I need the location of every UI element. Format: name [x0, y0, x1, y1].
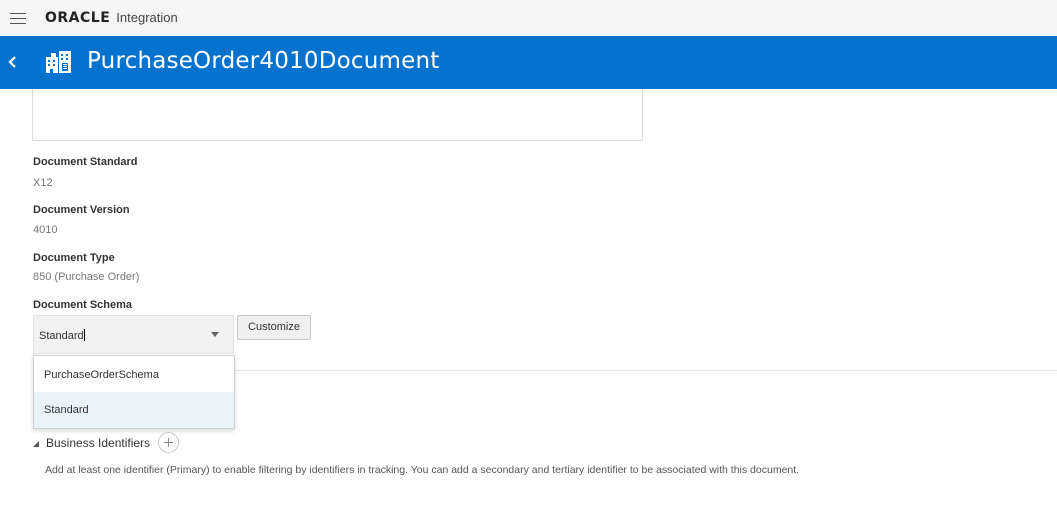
triangle-expanded-icon[interactable] [33, 440, 39, 447]
dropdown-option-standard[interactable]: Standard [34, 392, 234, 428]
chevron-left-icon [8, 56, 16, 68]
brand: ORACLE Integration [45, 10, 178, 26]
page-header: PurchaseOrder4010Document [0, 36, 1057, 89]
document-buildings-icon [46, 51, 71, 73]
dropdown-option-purchaseorderschema[interactable]: PurchaseOrderSchema [34, 357, 234, 393]
select-value-wrap: Standard [39, 329, 85, 342]
schema-dropdown-list: PurchaseOrderSchema Standard [33, 355, 235, 429]
business-identifiers-label: Business Identifiers [46, 435, 151, 450]
business-identifiers-header: Business Identifiers [33, 432, 180, 453]
document-type-value: 850 (Purchase Order) [33, 271, 140, 283]
business-identifiers-help: Add at least one identifier (Primary) to… [45, 464, 800, 476]
oracle-logo: ORACLE [45, 10, 111, 26]
plus-circle-icon[interactable] [158, 432, 180, 453]
description-field[interactable] [32, 89, 643, 141]
document-version-value: 4010 [33, 224, 58, 236]
back-button[interactable] [4, 52, 22, 72]
customize-button[interactable]: Customize [237, 315, 311, 340]
document-type-label: Document Type [33, 252, 115, 264]
chevron-down-icon[interactable] [211, 332, 219, 337]
document-version-label: Document Version [33, 204, 130, 216]
section-divider [234, 370, 1057, 371]
document-schema-select[interactable]: Standard [33, 315, 234, 354]
top-bar: ORACLE Integration [0, 0, 1057, 36]
document-standard-value: X12 [33, 177, 53, 189]
text-caret [83, 329, 85, 341]
document-standard-label: Document Standard [33, 156, 138, 168]
product-name: Integration [116, 10, 178, 25]
page-title: PurchaseOrder4010Document [87, 48, 440, 74]
document-schema-label: Document Schema [33, 299, 133, 311]
hamburger-menu-icon[interactable] [10, 13, 26, 24]
document-schema-value: Standard [39, 330, 84, 342]
